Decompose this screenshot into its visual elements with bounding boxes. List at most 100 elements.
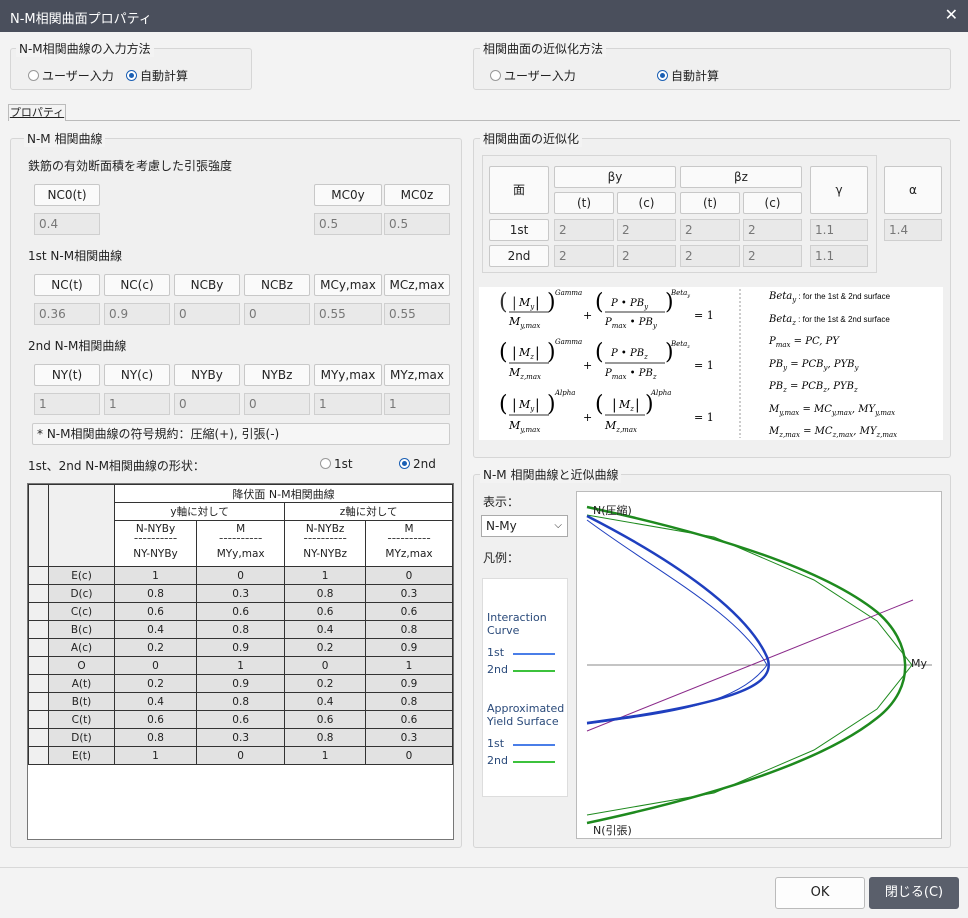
table-cell[interactable]: 0.4: [284, 692, 367, 711]
svg-text:P • PBy: P • PBy: [610, 298, 649, 311]
approx-row2-value[interactable]: 2: [617, 245, 676, 267]
table-cell[interactable]: 0: [365, 566, 453, 585]
shape-1st-radio[interactable]: 1st: [320, 457, 353, 471]
second-value-1[interactable]: 1: [104, 393, 170, 415]
table-cell[interactable]: 0: [365, 746, 453, 765]
svg-text:(: (: [499, 290, 508, 315]
table-cell[interactable]: 0: [196, 746, 286, 765]
row-selector[interactable]: [28, 728, 49, 747]
val-nc0t[interactable]: 0.4: [34, 213, 100, 235]
row-selector[interactable]: [28, 566, 49, 585]
table-cell[interactable]: 0.6: [284, 710, 367, 729]
table-cell[interactable]: 0.6: [113, 602, 198, 621]
approx-row2-value[interactable]: 2: [680, 245, 740, 267]
second-value-3[interactable]: 0: [244, 393, 310, 415]
table-row: E(c) 1 0 1 0: [28, 566, 453, 585]
approx-row1-value[interactable]: 1.1: [810, 219, 868, 241]
approx-row1-value[interactable]: 2: [680, 219, 740, 241]
table-cell[interactable]: 1: [365, 656, 453, 675]
row-selector[interactable]: [28, 746, 49, 765]
table-cell[interactable]: 0.8: [196, 620, 286, 639]
approx-row2-value[interactable]: 2: [743, 245, 802, 267]
table-cell[interactable]: 0.3: [196, 728, 286, 747]
table-cell[interactable]: 0.4: [113, 692, 198, 711]
table-cell[interactable]: 0.3: [365, 728, 453, 747]
second-value-0[interactable]: 1: [34, 393, 100, 415]
table-cell[interactable]: 1: [113, 566, 198, 585]
table-cell[interactable]: 1: [284, 746, 367, 765]
first-value-2[interactable]: 0: [174, 303, 240, 325]
table-cell[interactable]: 0.6: [113, 710, 198, 729]
approx-row1-value[interactable]: 2: [554, 219, 614, 241]
shape-2nd-radio[interactable]: 2nd: [399, 457, 436, 471]
table-row: D(t) 0.8 0.3 0.8 0.3: [28, 728, 453, 747]
table-cell[interactable]: 0.9: [196, 674, 286, 693]
table-cell[interactable]: 0.8: [196, 692, 286, 711]
row-selector[interactable]: [28, 656, 49, 675]
close-button[interactable]: 閉じる(C): [869, 877, 959, 909]
first-value-5[interactable]: 0.55: [384, 303, 450, 325]
approx-auto-radio[interactable]: 自動計算: [657, 67, 719, 84]
approx-row2-value[interactable]: 2: [554, 245, 614, 267]
input-user-radio[interactable]: ユーザー入力: [28, 67, 114, 84]
table-cell[interactable]: 0.6: [365, 710, 453, 729]
row-label: O: [48, 656, 115, 675]
table-cell[interactable]: 0.2: [284, 674, 367, 693]
table-cell[interactable]: 0.9: [365, 674, 453, 693]
val-mc0y[interactable]: 0.5: [314, 213, 382, 235]
table-cell[interactable]: 0.3: [196, 584, 286, 603]
approx-row1-value[interactable]: 2: [743, 219, 802, 241]
table-cell[interactable]: 0.2: [113, 674, 198, 693]
table-cell[interactable]: 0.8: [284, 728, 367, 747]
table-cell[interactable]: 0.9: [365, 638, 453, 657]
approx-row2-value[interactable]: 1.1: [810, 245, 868, 267]
display-dropdown[interactable]: N-My ⌵: [481, 515, 568, 537]
first-value-0[interactable]: 0.36: [34, 303, 100, 325]
row-selector[interactable]: [28, 674, 49, 693]
table-cell[interactable]: 1: [196, 656, 286, 675]
second-value-5[interactable]: 1: [384, 393, 450, 415]
row-selector[interactable]: [28, 602, 49, 621]
first-value-1[interactable]: 0.9: [104, 303, 170, 325]
col2-bot: MYy,max: [196, 542, 286, 567]
table-cell[interactable]: 0.8: [284, 584, 367, 603]
table-cell[interactable]: 0.8: [365, 620, 453, 639]
table-cell[interactable]: 0.8: [113, 728, 198, 747]
second-value-4[interactable]: 1: [314, 393, 382, 415]
table-cell[interactable]: 1: [284, 566, 367, 585]
table-cell[interactable]: 0.8: [365, 692, 453, 711]
row-selector[interactable]: [28, 584, 49, 603]
table-cell[interactable]: 0.6: [196, 602, 286, 621]
approx-row1-value[interactable]: 2: [617, 219, 676, 241]
table-cell[interactable]: 0: [284, 656, 367, 675]
second-value-2[interactable]: 0: [174, 393, 240, 415]
table-cell[interactable]: 0.6: [365, 602, 453, 621]
row-selector[interactable]: [28, 620, 49, 639]
row-selector[interactable]: [28, 638, 49, 657]
table-cell[interactable]: 0.4: [284, 620, 367, 639]
table-cell[interactable]: 1: [113, 746, 198, 765]
ok-button[interactable]: OK: [775, 877, 865, 909]
table-row: A(c) 0.2 0.9 0.2 0.9: [28, 638, 453, 657]
input-auto-radio[interactable]: 自動計算: [126, 67, 188, 84]
first-value-3[interactable]: 0: [244, 303, 310, 325]
tab-properties[interactable]: プロパティ: [8, 104, 66, 121]
first-value-4[interactable]: 0.55: [314, 303, 382, 325]
row-selector[interactable]: [28, 710, 49, 729]
row-selector[interactable]: [28, 692, 49, 711]
close-icon[interactable]: ✕: [945, 5, 958, 24]
table-cell[interactable]: 0.3: [365, 584, 453, 603]
shape-2nd-label: 2nd: [413, 457, 436, 471]
val-alpha[interactable]: 1.4: [884, 219, 942, 241]
val-mc0z[interactable]: 0.5: [384, 213, 450, 235]
table-cell[interactable]: 0.9: [196, 638, 286, 657]
table-cell[interactable]: 0.2: [113, 638, 198, 657]
table-cell[interactable]: 0.6: [284, 602, 367, 621]
table-cell[interactable]: 0: [196, 566, 286, 585]
table-cell[interactable]: 0: [113, 656, 198, 675]
table-cell[interactable]: 0.2: [284, 638, 367, 657]
table-cell[interactable]: 0.4: [113, 620, 198, 639]
table-cell[interactable]: 0.6: [196, 710, 286, 729]
approx-user-radio[interactable]: ユーザー入力: [490, 67, 576, 84]
table-cell[interactable]: 0.8: [113, 584, 198, 603]
